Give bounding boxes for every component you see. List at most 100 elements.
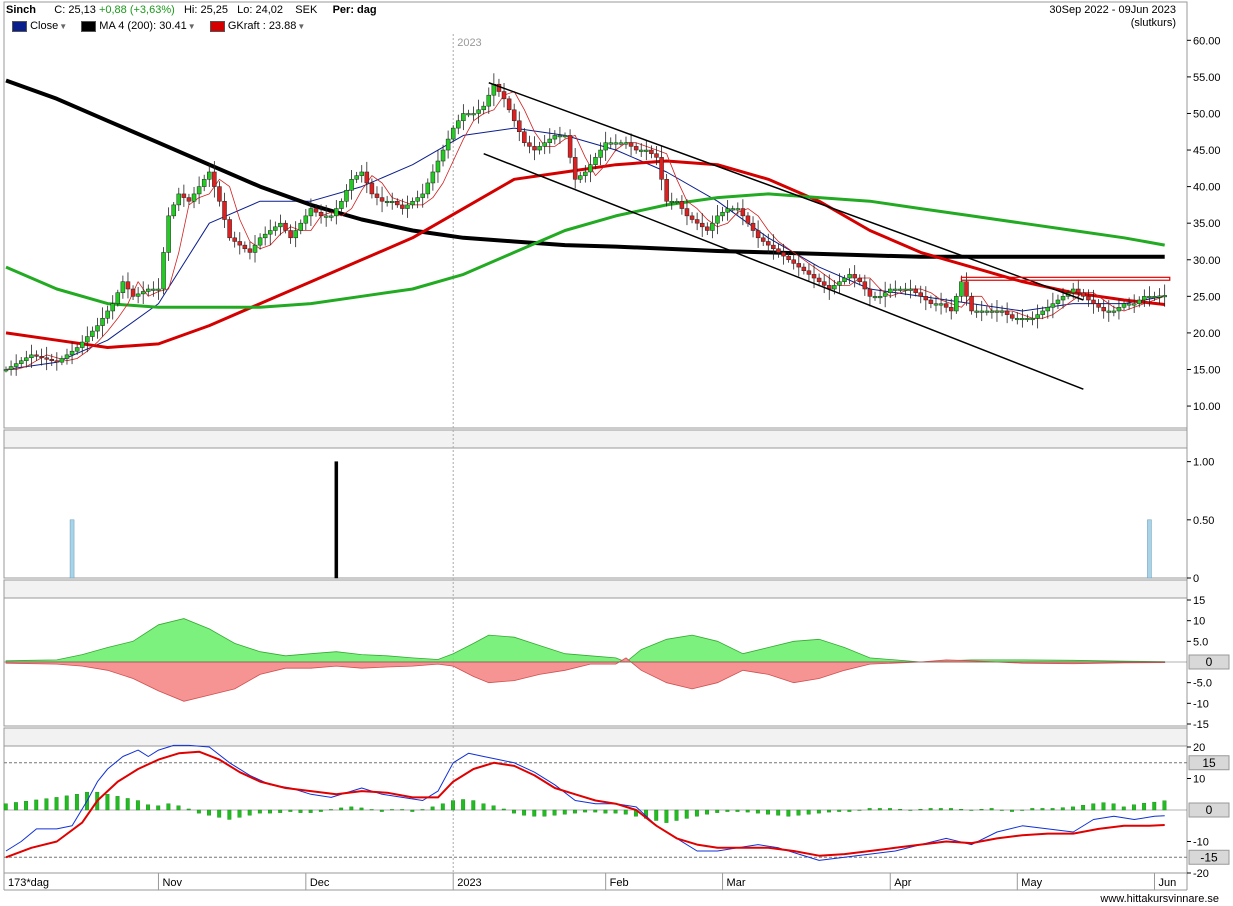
chevron-down-icon[interactable]: ▼ (188, 22, 196, 31)
candle-body (898, 288, 903, 291)
divergence-bar (451, 800, 455, 811)
boxed-value-label: 15 (1202, 756, 1216, 770)
divergence-bar (74, 794, 79, 811)
divergence-bar (1070, 806, 1075, 811)
candle-body (928, 299, 934, 304)
candle-body (339, 200, 344, 209)
candle-body (1070, 288, 1076, 293)
divergence-bar (959, 809, 964, 811)
change-value: +0,88 (+3,63%) (98, 4, 175, 16)
candle-body (430, 171, 436, 184)
legend-item-gkraft[interactable]: GKraft : 23.88▼ (209, 20, 305, 32)
watermark: www.hittakursvinnare.se (1100, 893, 1219, 905)
close-value: C: 25,13 (54, 4, 96, 16)
divergence-bar (989, 808, 994, 811)
panel-frame (3, 727, 1188, 874)
candle-body (557, 135, 563, 138)
divergence-bar (938, 808, 943, 811)
close-icon[interactable]: ✖ (1171, 434, 1184, 447)
divergence-bar (146, 804, 150, 811)
candle-body (186, 197, 192, 202)
legend-label: Divergence : 2,95 (279, 732, 366, 744)
divergence-bar (247, 809, 252, 816)
divergence-bar (1020, 809, 1025, 811)
candle-body (832, 285, 837, 290)
y-tick-label: 35.00 (1193, 218, 1221, 230)
close-icon[interactable]: ✖ (1171, 732, 1184, 745)
chevron-down-icon[interactable]: ▼ (59, 22, 67, 31)
candle-body (888, 288, 893, 293)
candle-body (654, 153, 659, 158)
candle-body (638, 149, 644, 152)
legend-label: Ice50 : 1 (131, 434, 175, 446)
chevron-down-icon[interactable]: ▼ (297, 22, 305, 31)
candle-body (547, 138, 553, 143)
candle-body (882, 292, 888, 297)
divergence-bar (725, 809, 730, 812)
x-tick-label: 2023 (457, 877, 481, 889)
divergence-bar (786, 809, 791, 817)
squeeze-legend: Squeeze Indicator (20, 2,000, 1,500): 0,… (12, 583, 418, 595)
candle-body (522, 131, 527, 143)
candle-body (750, 222, 756, 231)
divergence-bar (410, 809, 415, 812)
candle-body (1111, 310, 1117, 313)
candle-body (262, 233, 268, 239)
candle-body (827, 285, 832, 290)
candle-body (908, 288, 913, 291)
candle-body (268, 230, 273, 235)
divergence-bar (867, 808, 872, 811)
candle-body (384, 200, 390, 203)
panel-header (3, 429, 1188, 449)
series-line (5, 192, 1165, 309)
candle-body (1086, 296, 1091, 301)
candle-body (1015, 318, 1020, 321)
candle-body (572, 157, 578, 180)
candle-body (537, 146, 542, 151)
candle-body (18, 360, 24, 364)
y-tick-label: 0.50 (1193, 515, 1214, 527)
candle-body (1035, 314, 1040, 319)
candle-body (146, 288, 151, 292)
x-tick-label: Jun (1159, 877, 1177, 889)
candle-body (659, 157, 664, 180)
divergence-bar (1111, 803, 1116, 811)
settings-icon[interactable]: ⚒ (1153, 732, 1166, 745)
settings-icon[interactable]: ⚒ (1153, 434, 1166, 447)
divergence-bar (440, 803, 445, 811)
legend-label: IceBreak : 0 (31, 434, 90, 446)
settings-icon[interactable]: ⚒ (1153, 583, 1166, 596)
divergence-bar (908, 809, 913, 811)
candle-body (867, 288, 873, 297)
divergence-bar (654, 809, 659, 821)
candle-body (135, 293, 141, 297)
candle-body (34, 354, 39, 357)
candle-body (959, 281, 964, 297)
candle-body (628, 142, 634, 147)
icebreak-bar (1147, 519, 1152, 579)
divergence-bar (379, 809, 384, 812)
candle-body (1076, 288, 1081, 293)
candle-body (1081, 292, 1086, 297)
candle-body (227, 219, 232, 239)
candle-body (49, 358, 54, 361)
candle-body (3, 369, 9, 372)
candle-body (308, 208, 314, 217)
legend-item-ma[interactable]: MA 4 (200): 30.41▼ (81, 20, 196, 32)
y-tick-label: -10 (1193, 698, 1209, 710)
candle-body (456, 120, 461, 129)
candle-body (201, 179, 207, 187)
x-tick-label: Nov (162, 877, 182, 889)
candle-body (501, 91, 507, 100)
candle-body (140, 291, 146, 295)
legend-label: Close (30, 20, 59, 32)
divergence-bar (135, 800, 140, 811)
candle-body (8, 366, 14, 370)
candle-body (313, 208, 319, 213)
candle-body (989, 310, 995, 313)
legend-item-close[interactable]: Close▼ (12, 20, 67, 32)
close-icon[interactable]: ✖ (1171, 583, 1184, 596)
header-bar: Sinch C: 25,13 +0,88 (+3,63%) Hi: 25,25 … (6, 4, 377, 17)
divergence-bar (196, 809, 201, 814)
series-line (5, 159, 1165, 349)
